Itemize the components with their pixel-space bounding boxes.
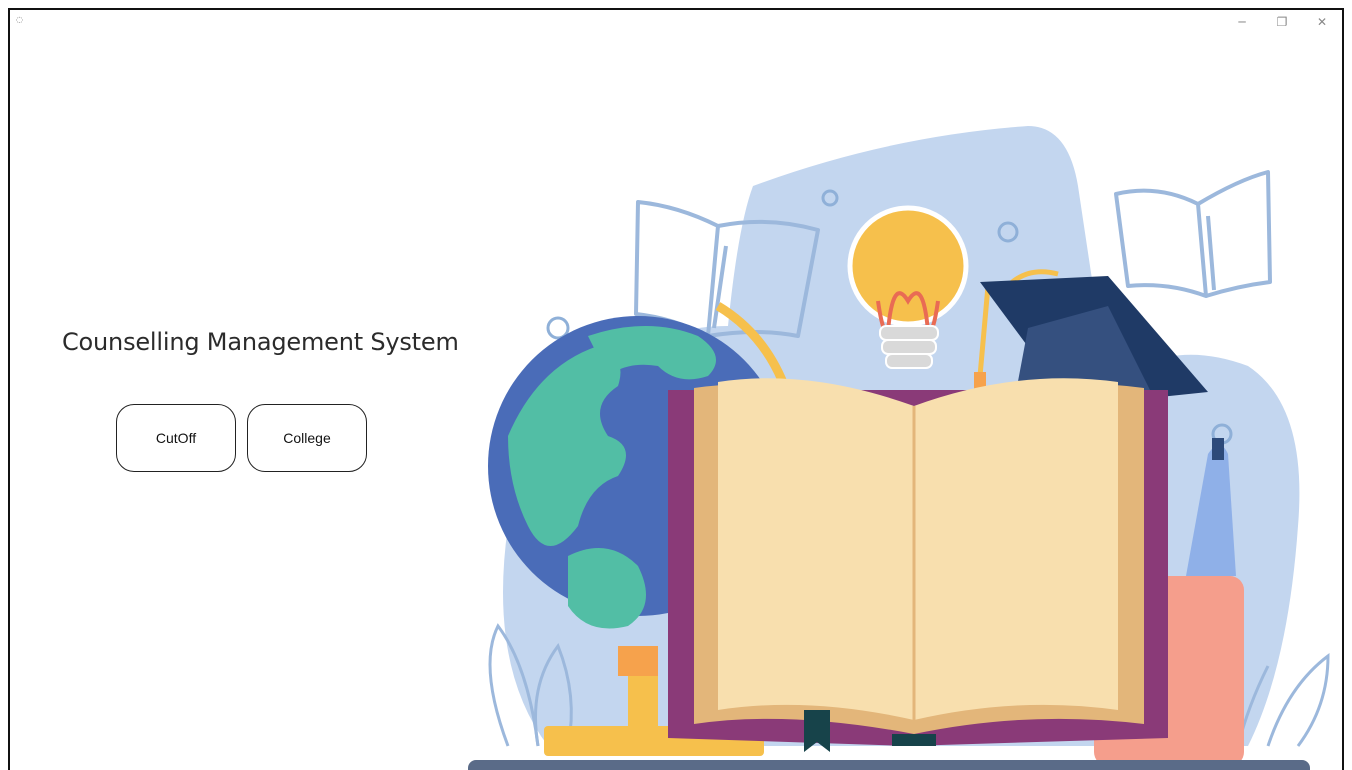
close-icon[interactable]: ✕: [1312, 14, 1332, 30]
floating-book-right: [1114, 170, 1272, 298]
title-bar[interactable]: ◌ ─ ❐ ✕: [10, 10, 1342, 36]
app-icon: ◌: [16, 15, 23, 24]
minimize-icon[interactable]: ─: [1232, 14, 1252, 30]
college-button[interactable]: College: [247, 404, 367, 472]
page-title: Counselling Management System: [62, 328, 459, 356]
app-window: ◌ ─ ❐ ✕ Counselling Management System Cu…: [8, 8, 1344, 770]
cutoff-button[interactable]: CutOff: [116, 404, 236, 472]
education-illustration: [468, 126, 1330, 770]
open-book: [668, 378, 1168, 752]
maximize-icon[interactable]: ❐: [1272, 14, 1292, 30]
desk: [468, 760, 1310, 770]
